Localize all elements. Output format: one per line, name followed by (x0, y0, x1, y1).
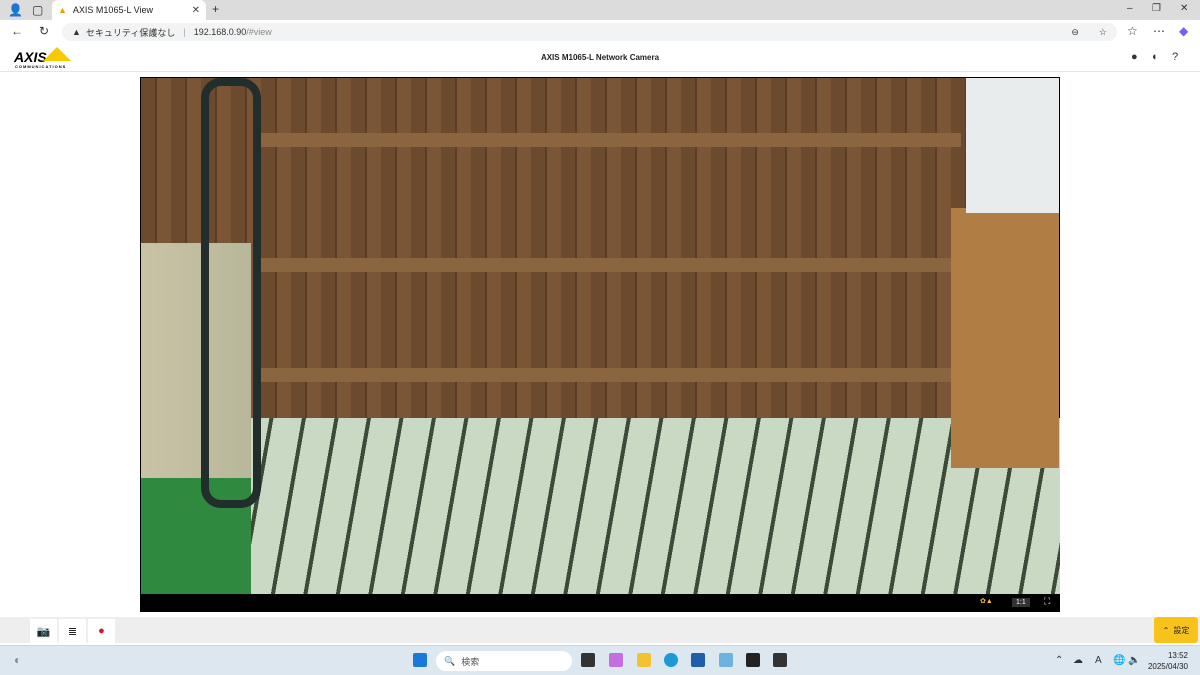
stream-settings-icon[interactable]: ✿▲ (980, 597, 993, 605)
video-controls: ✿▲ 1:1 ⛶ (140, 594, 1060, 612)
bottom-toolbar: 📷 ≣ ● (0, 617, 1200, 643)
cmd-icon[interactable] (746, 653, 760, 667)
close-window-icon[interactable]: ✕ (1180, 4, 1188, 14)
taskbar-search[interactable]: 🔍 検索 (436, 651, 572, 671)
favorites-icon[interactable]: ☆ (1127, 25, 1138, 37)
contrast-icon[interactable]: ◐ (1152, 52, 1159, 63)
ime-indicator[interactable]: A (1095, 655, 1102, 666)
restore-icon[interactable]: ❐ (1152, 4, 1161, 14)
new-tab-icon[interactable]: + (212, 3, 219, 15)
record-button[interactable]: ● (88, 619, 115, 643)
address-bar-row: ← ↻ ▲ セキュリティ保護なし | 192.168.0.90/#view ⊖ … (0, 20, 1200, 44)
user-icon[interactable]: ● (1131, 52, 1138, 63)
browser-tab[interactable]: ▲ AXIS M1065-L View ✕ (52, 0, 206, 20)
address-input[interactable]: ▲ セキュリティ保護なし | 192.168.0.90/#view ⊖ ☆ (62, 23, 1117, 41)
profile-icon[interactable]: 👤 (8, 4, 23, 16)
start-icon[interactable] (413, 653, 427, 667)
camera-image (141, 78, 1060, 594)
store-icon[interactable] (691, 653, 705, 667)
video-stream[interactable]: ✿▲ 1:1 ⛶ (140, 77, 1060, 612)
browser-tab-bar: 👤 ▢ ▲ AXIS M1065-L View ✕ + – ❐ ✕ (0, 0, 1200, 20)
snapshot-button[interactable]: 📷 (30, 619, 57, 643)
tab-actions-icon[interactable]: ▢ (32, 4, 43, 16)
favorite-star-icon[interactable]: ☆ (1099, 27, 1107, 38)
copilot-taskbar-icon[interactable] (609, 653, 623, 667)
url-path: /#view (246, 27, 272, 37)
copilot-icon[interactable]: ◆ (1179, 25, 1188, 37)
search-icon: 🔍 (444, 655, 456, 666)
edge-icon[interactable] (664, 653, 678, 667)
remote-desktop-icon[interactable] (719, 653, 733, 667)
terminal-icon[interactable] (773, 653, 787, 667)
tab-title: AXIS M1065-L View (72, 5, 153, 15)
windows-taskbar: ◐ 🔍 検索 ⌃ ☁ A 🌐 🔈 13:52 2025/04/30 (0, 645, 1200, 675)
close-tab-icon[interactable]: ✕ (192, 5, 200, 16)
weather-icon[interactable]: ◐ (14, 654, 21, 666)
fullscreen-icon[interactable]: ⛶ (1044, 596, 1050, 607)
text-overlay-icon: ≣ (67, 625, 78, 638)
network-icon[interactable]: 🌐 (1113, 655, 1125, 666)
zoom-1to1-button[interactable]: 1:1 (1012, 598, 1030, 607)
reading-mode-icon[interactable]: ⊖ (1071, 27, 1079, 38)
clock[interactable]: 13:52 2025/04/30 (1148, 650, 1188, 672)
url-host: 192.168.0.90 (193, 27, 247, 37)
overlay-button[interactable]: ≣ (59, 619, 86, 643)
chevron-up-icon: ⌃ (1162, 625, 1170, 635)
camera-icon: 📷 (36, 625, 51, 638)
record-icon: ● (98, 625, 105, 637)
tray-chevron-icon[interactable]: ⌃ (1055, 655, 1063, 666)
volume-icon[interactable]: 🔈 (1128, 655, 1140, 666)
file-explorer-icon[interactable] (637, 653, 651, 667)
app-header: AXIS COMMUNICATIONS AXIS M1065-L Network … (0, 44, 1200, 72)
reload-icon[interactable]: ↻ (39, 25, 49, 37)
onedrive-icon[interactable]: ☁ (1073, 655, 1083, 666)
task-view-icon[interactable] (581, 653, 595, 667)
more-icon[interactable]: ⋯ (1153, 25, 1165, 37)
security-label[interactable]: セキュリティ保護なし (86, 26, 175, 39)
help-icon[interactable]: ? (1172, 52, 1178, 63)
warning-icon: ▲ (72, 27, 81, 37)
settings-button[interactable]: ⌃ 設定 (1154, 617, 1198, 643)
axis-favicon-icon: ▲ (58, 5, 67, 15)
minimize-icon[interactable]: – (1127, 4, 1133, 14)
back-icon[interactable]: ← (11, 25, 23, 37)
page-title: AXIS M1065-L Network Camera (540, 53, 660, 62)
